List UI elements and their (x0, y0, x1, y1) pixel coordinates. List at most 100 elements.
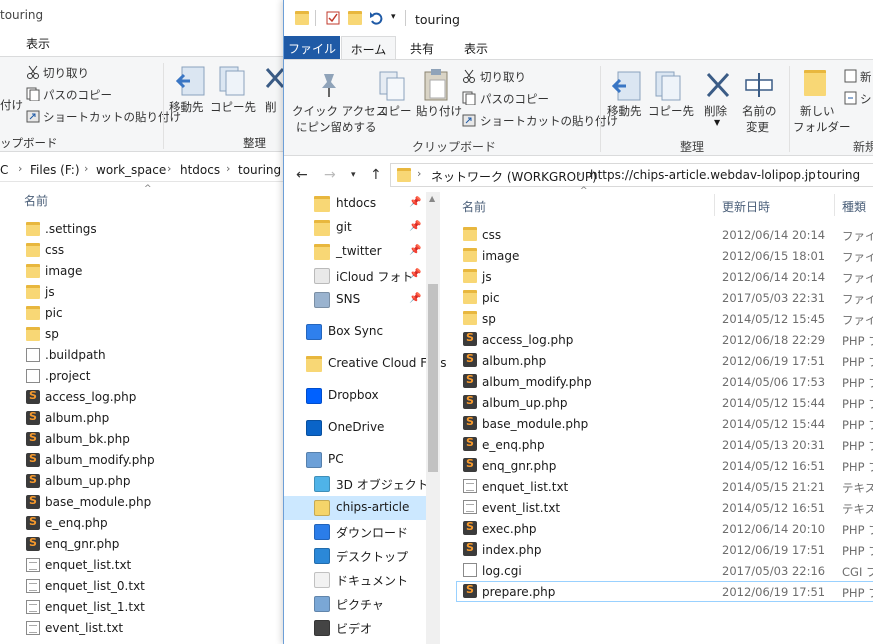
table-row[interactable]: e_enq.php 2014/05/13 20:31 PHP フ (456, 434, 873, 455)
table-row[interactable]: enq_gnr.php 2014/05/12 16:51 PHP フ (456, 455, 873, 476)
table-row[interactable]: base_module.php 2014/05/12 15:44 PHP フ (456, 413, 873, 434)
column-header-name[interactable]: 名前 (24, 192, 48, 209)
tab-view[interactable]: 表示 (26, 35, 50, 52)
column-header-name[interactable]: 名前 (462, 198, 486, 215)
scrollbar-thumb[interactable] (428, 284, 438, 472)
table-row[interactable]: event_list.txt 2014/05/12 16:51 テキスト (456, 497, 873, 518)
list-item[interactable]: pic (24, 303, 294, 324)
tab-view[interactable]: 表示 (464, 36, 488, 60)
table-row[interactable]: access_log.php 2012/06/18 22:29 PHP フ (456, 329, 873, 350)
copy-path-button[interactable]: パスのコピー (43, 87, 112, 103)
cut-button[interactable]: 切り取り (480, 69, 526, 85)
table-row[interactable]: exec.php 2012/06/14 20:10 PHP フ (456, 518, 873, 539)
list-item[interactable]: base_module.php (24, 492, 294, 513)
nav-item[interactable]: git 📌 (284, 216, 426, 240)
list-item[interactable]: enquet_list_0.txt (24, 576, 294, 597)
table-row[interactable]: log.cgi 2017/05/03 22:16 CGI フ (456, 560, 873, 581)
list-item[interactable]: e_enq.php (24, 513, 294, 534)
column-header-type[interactable]: 種類 (842, 198, 866, 215)
recent-locations-icon[interactable]: ▾ (351, 170, 356, 180)
list-item[interactable]: sp (24, 324, 294, 345)
breadcrumb-item[interactable]: work_space (96, 163, 166, 177)
copy-to-button[interactable]: コピー先 (648, 103, 694, 119)
nav-item[interactable]: Box Sync (284, 320, 426, 344)
undo-icon[interactable] (369, 11, 383, 25)
nav-item[interactable]: htdocs 📌 (284, 192, 426, 216)
copy-path-button[interactable]: パスのコピー (480, 91, 549, 107)
nav-item[interactable]: chips-article (284, 496, 426, 520)
list-item[interactable]: access_log.php (24, 387, 294, 408)
easy-access-button[interactable]: シ (860, 91, 872, 107)
tab-home[interactable]: ホーム (341, 36, 396, 60)
table-row[interactable]: css 2012/06/14 20:14 ファイル (456, 224, 873, 245)
table-row[interactable]: album_modify.php 2014/05/06 17:53 PHP フ (456, 371, 873, 392)
list-item[interactable]: album_up.php (24, 471, 294, 492)
list-item[interactable]: css (24, 240, 294, 261)
table-row[interactable]: js 2012/06/14 20:14 ファイル (456, 266, 873, 287)
scroll-up-icon[interactable]: ▲ (429, 194, 435, 203)
nav-item[interactable]: Dropbox (284, 384, 426, 408)
list-item[interactable]: enq_gnr.php (24, 534, 294, 555)
column-divider[interactable] (834, 194, 835, 216)
nav-item[interactable]: ピクチャ (284, 592, 426, 616)
breadcrumb-item[interactable]: htdocs (180, 163, 220, 177)
list-item[interactable]: .settings (24, 219, 294, 240)
cut-button[interactable]: 切り取り (43, 65, 89, 81)
nav-item[interactable]: SNS 📌 (284, 288, 426, 312)
properties-icon[interactable] (326, 11, 340, 25)
list-item[interactable]: album_modify.php (24, 450, 294, 471)
customize-toolbar-icon[interactable]: ▾ (391, 12, 396, 22)
list-item[interactable]: image (24, 261, 294, 282)
column-divider[interactable] (714, 194, 715, 216)
list-item[interactable]: js (24, 282, 294, 303)
address-bar[interactable]: C › Files (F:) › work_space › htdocs › t… (0, 158, 300, 182)
table-row[interactable]: album_up.php 2014/05/12 15:44 PHP フ (456, 392, 873, 413)
list-item[interactable]: .project (24, 366, 294, 387)
list-item[interactable]: .buildpath (24, 345, 294, 366)
nav-item[interactable]: デスクトップ (284, 544, 426, 568)
nav-item[interactable]: _twitter 📌 (284, 240, 426, 264)
chevron-down-icon[interactable]: ▼ (714, 118, 720, 127)
nav-item[interactable]: ダウンロード (284, 520, 426, 544)
delete-button[interactable]: 削 (265, 99, 277, 115)
paste-shortcut-button[interactable]: ショートカットの貼り付け (43, 109, 181, 125)
table-row[interactable]: pic 2017/05/03 22:31 ファイル (456, 287, 873, 308)
paste-button[interactable]: 貼り付け (416, 103, 462, 119)
up-arrow-icon[interactable]: ↑ (370, 167, 382, 183)
column-header-date[interactable]: 更新日時 (722, 198, 770, 215)
new-folder-quick-icon[interactable] (348, 11, 362, 25)
list-item[interactable]: enquet_list_1.txt (24, 597, 294, 618)
forward-arrow-icon[interactable]: → (324, 167, 336, 183)
new-folder-button[interactable]: 新しい (800, 103, 835, 119)
list-item[interactable]: enquet_list.txt (24, 555, 294, 576)
nav-item[interactable]: ビデオ (284, 616, 426, 640)
table-row[interactable]: prepare.php 2012/06/19 17:51 PHP フ (456, 581, 873, 602)
table-row[interactable]: enquet_list.txt 2014/05/15 21:21 テキスト (456, 476, 873, 497)
table-row[interactable]: image 2012/06/15 18:01 ファイル (456, 245, 873, 266)
tab-share[interactable]: 共有 (410, 36, 434, 60)
table-row[interactable]: index.php 2012/06/19 17:51 PHP フ (456, 539, 873, 560)
nav-item[interactable]: ドキュメント (284, 568, 426, 592)
copy-button[interactable]: コピー (377, 103, 412, 119)
nav-item[interactable]: 3D オブジェクト (284, 472, 429, 496)
paste-shortcut-button[interactable]: ショートカットの貼り付け (480, 113, 618, 129)
nav-item[interactable]: iCloud フォト 📌 (284, 264, 426, 288)
breadcrumb-item[interactable]: C (0, 163, 8, 177)
new-item-button[interactable]: 新 (860, 69, 872, 85)
delete-button[interactable]: 削除 (704, 103, 727, 119)
list-item[interactable]: album_bk.php (24, 429, 294, 450)
breadcrumb-item[interactable]: touring (817, 168, 860, 182)
breadcrumb-item[interactable]: Files (F:) (30, 163, 80, 177)
list-item[interactable]: event_list.txt (24, 618, 294, 639)
copy-to-button[interactable]: コピー先 (210, 99, 256, 115)
nav-item[interactable]: OneDrive (284, 416, 426, 440)
move-to-button[interactable]: 移動先 (169, 99, 204, 115)
table-row[interactable]: album.php 2012/06/19 17:51 PHP フ (456, 350, 873, 371)
back-arrow-icon[interactable]: ← (296, 167, 308, 183)
list-item[interactable]: album.php (24, 408, 294, 429)
pin-quick-access-button[interactable]: クイック アクセス (292, 103, 387, 119)
nav-item[interactable]: Creative Cloud Files (284, 352, 447, 376)
nav-item[interactable]: PC (284, 448, 426, 472)
address-bar[interactable]: › ネットワーク (WORKGROUP) › https://chips-art… (390, 163, 873, 187)
breadcrumb-item[interactable]: https://chips-article.webdav-lolipop.jp (590, 168, 816, 182)
